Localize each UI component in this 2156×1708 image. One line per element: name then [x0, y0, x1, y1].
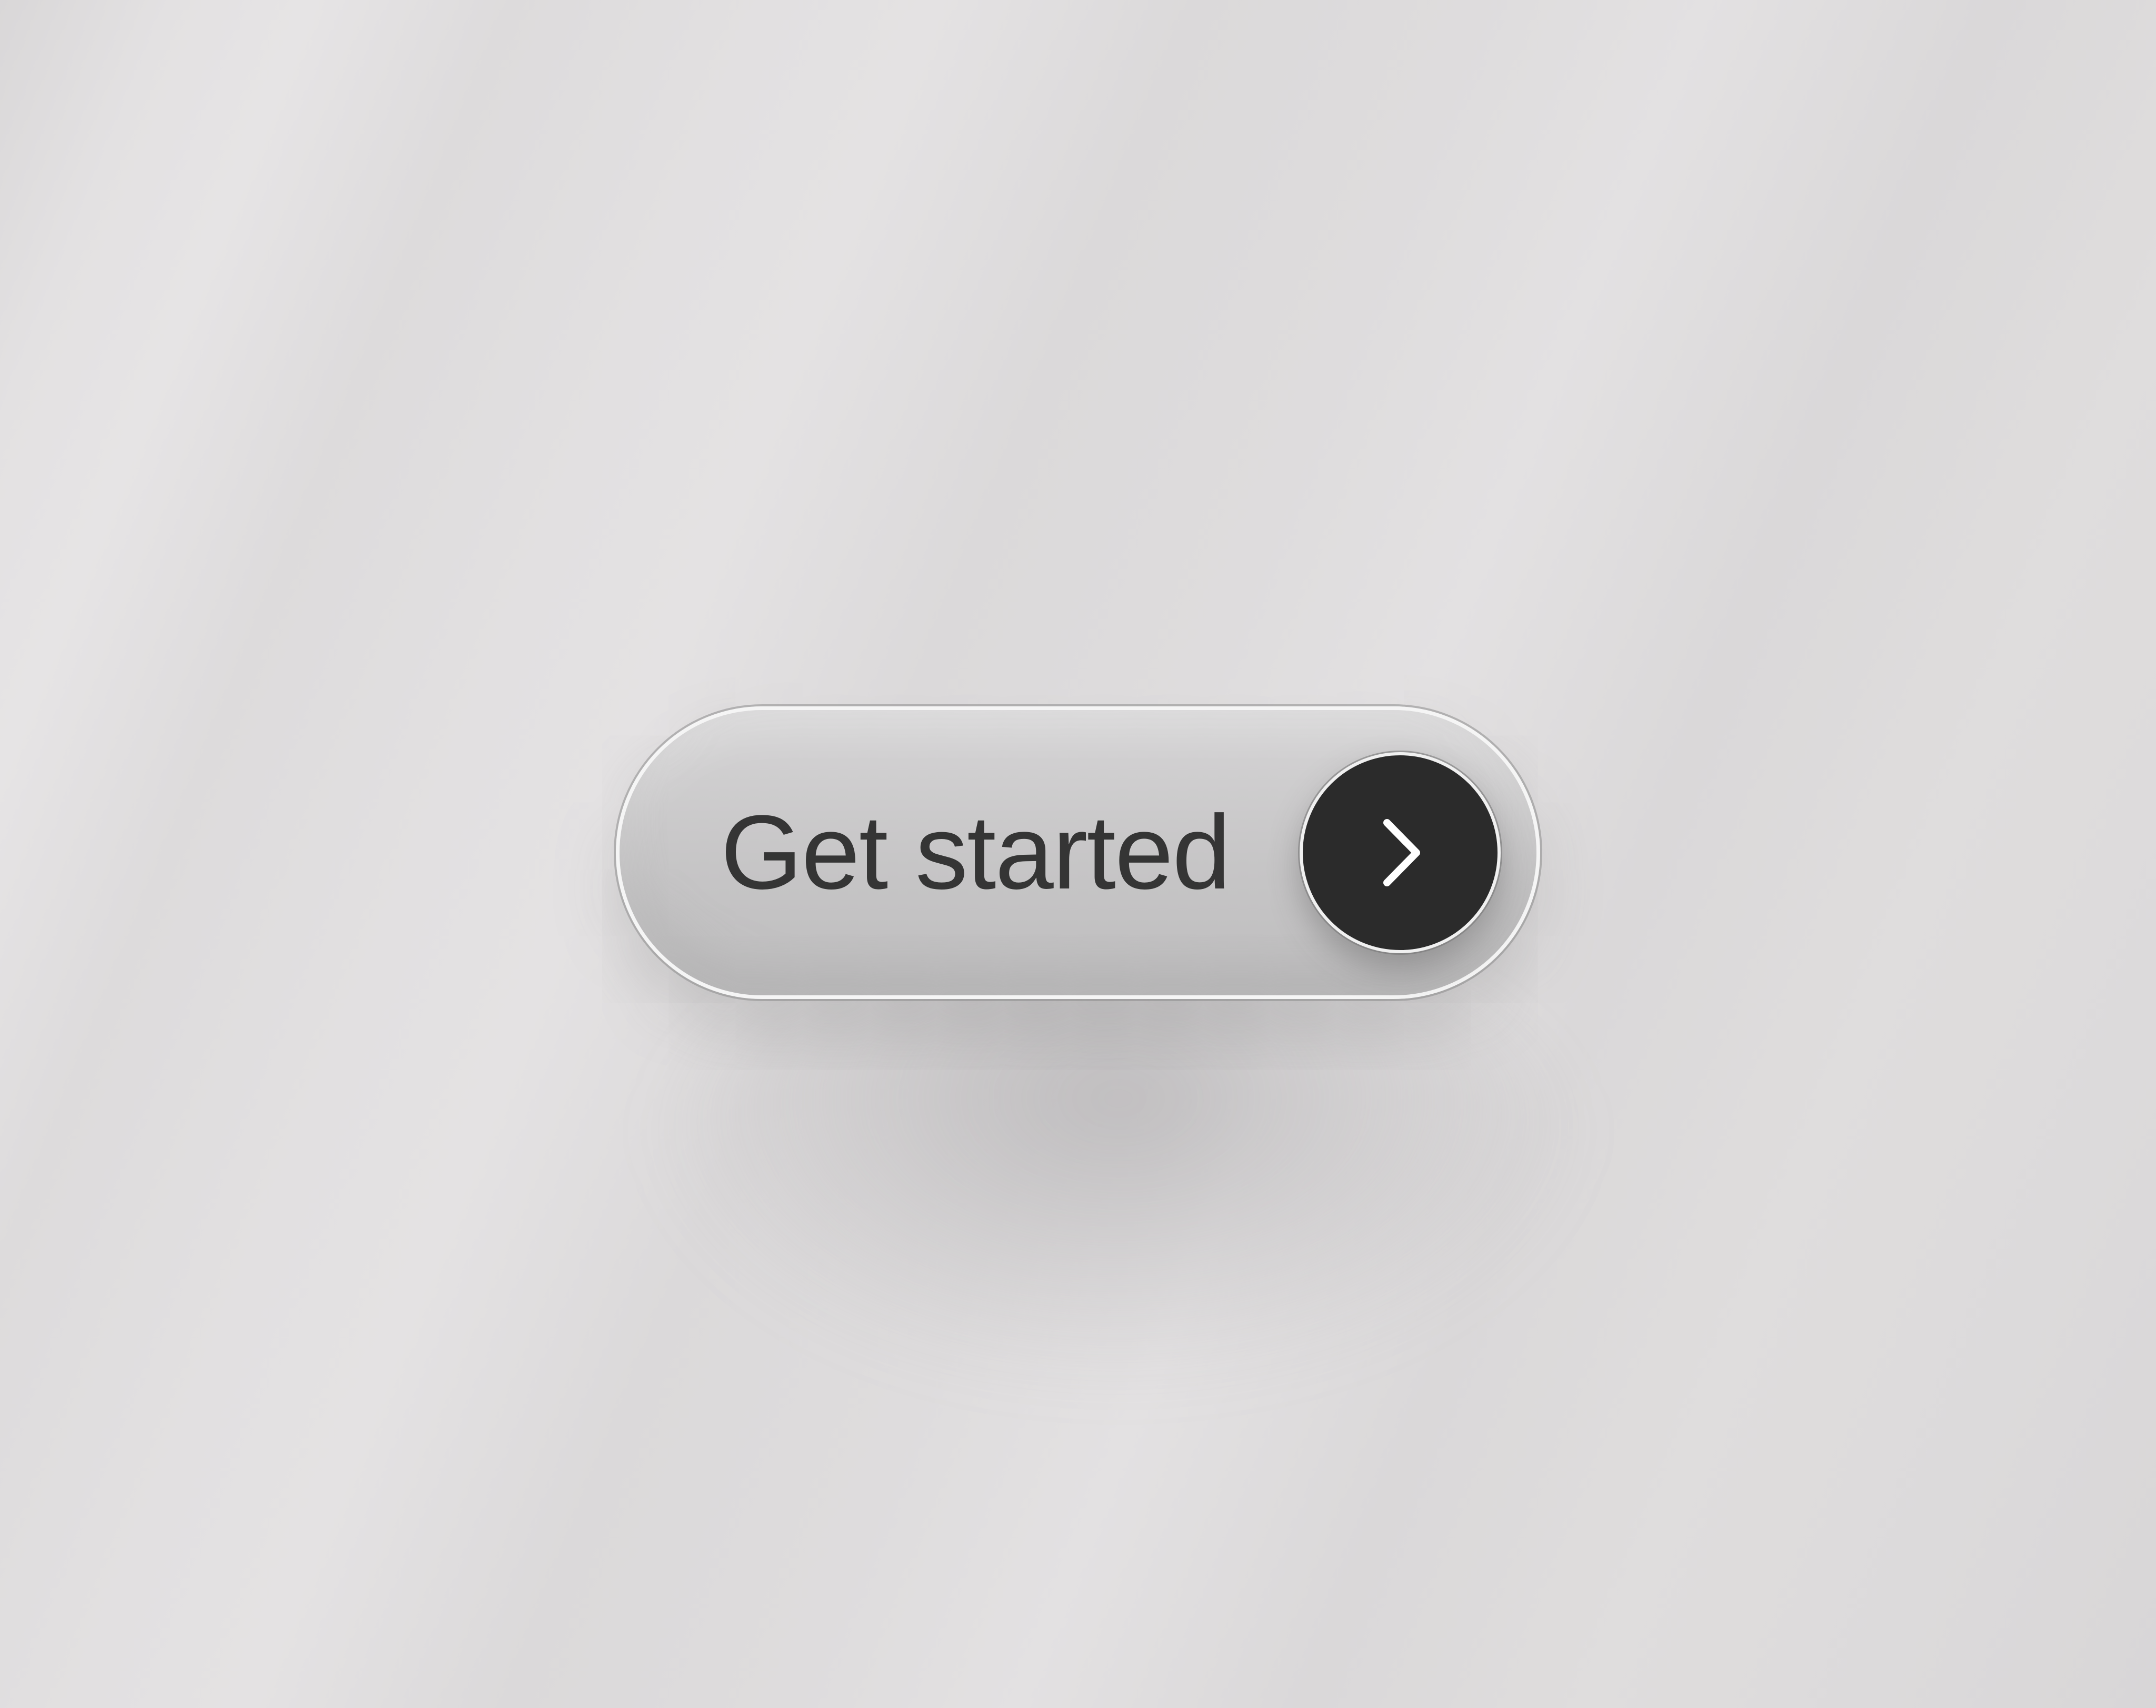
get-started-label: Get started [721, 794, 1231, 911]
chevron-right-icon [1383, 819, 1420, 886]
arrow-circle[interactable] [1300, 752, 1501, 953]
get-started-button[interactable]: Get started [616, 706, 1540, 999]
button-drop-shadow [658, 947, 1579, 1379]
